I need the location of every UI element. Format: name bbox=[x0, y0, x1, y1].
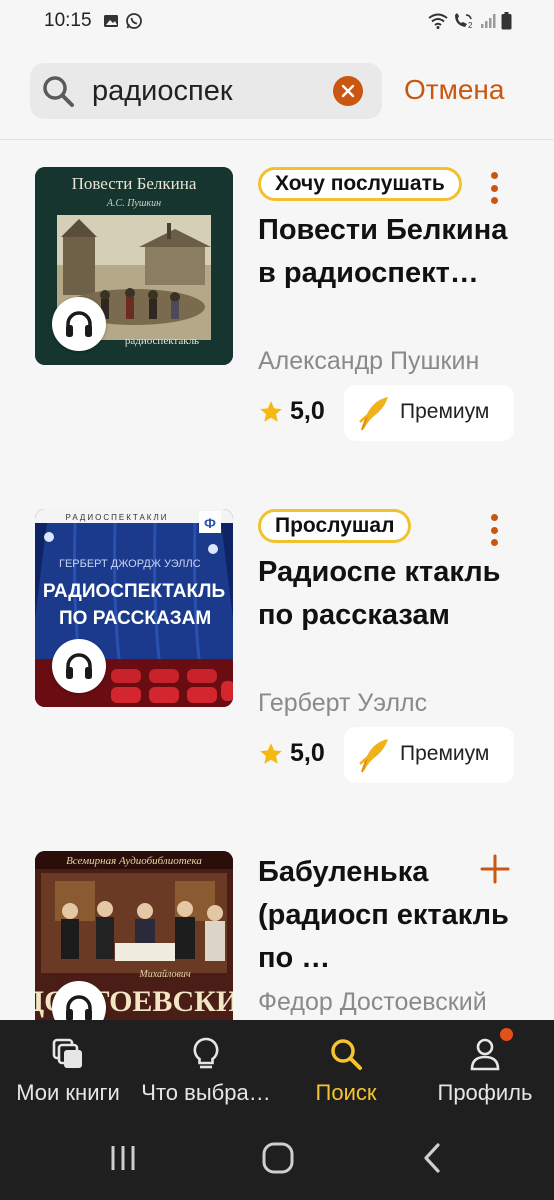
listen-button[interactable] bbox=[52, 639, 106, 693]
cover-title: Повести Белкина bbox=[72, 174, 197, 193]
search-box[interactable] bbox=[30, 63, 382, 119]
book-item[interactable]: Повести Белкина А.С. Пушкин радиоспектак… bbox=[0, 167, 554, 467]
book-author[interactable]: Герберт Уэллс bbox=[258, 689, 427, 718]
search-input[interactable] bbox=[92, 73, 332, 109]
status-time: 10:15 bbox=[44, 10, 92, 31]
star-icon bbox=[260, 742, 282, 764]
recent-apps-icon[interactable] bbox=[105, 1140, 141, 1176]
star-icon bbox=[260, 400, 282, 422]
bottom-nav: Мои книги Что выбра… Поиск Профиль bbox=[0, 1020, 554, 1116]
book-item[interactable]: Всемирная Аудиобиблиотека Михайлович ДОС… bbox=[0, 851, 554, 1020]
listen-button[interactable] bbox=[52, 297, 106, 351]
premium-label: Премиум bbox=[400, 742, 490, 765]
svg-text:2: 2 bbox=[468, 21, 473, 29]
premium-badge: Премиум bbox=[344, 385, 514, 441]
wifi-icon bbox=[428, 13, 448, 29]
lightbulb-icon bbox=[193, 1037, 219, 1069]
gallery-icon bbox=[104, 15, 118, 27]
search-icon bbox=[331, 1039, 362, 1070]
premium-feather-icon bbox=[359, 397, 388, 431]
my-books-icon bbox=[52, 1038, 82, 1068]
book-author[interactable]: Александр Пушкин bbox=[258, 347, 479, 376]
book-cover[interactable]: Повести Белкина А.С. Пушкин радиоспектак… bbox=[35, 167, 233, 365]
premium-feather-icon bbox=[359, 739, 388, 773]
cover-header: Всемирная Аудиобиблиотека bbox=[66, 855, 202, 867]
rating-value: 5,0 bbox=[290, 397, 325, 425]
nav-recommendations[interactable]: Что выбра… bbox=[136, 1020, 276, 1116]
more-options-button[interactable] bbox=[484, 511, 504, 549]
nav-my-books[interactable]: Мои книги bbox=[0, 1020, 136, 1116]
status-badge[interactable]: Хочу послушать bbox=[258, 167, 462, 201]
book-title[interactable]: Бабуленька (радиосп ектакль по … bbox=[258, 851, 528, 980]
whatsapp-icon bbox=[126, 13, 142, 29]
system-nav bbox=[0, 1116, 554, 1200]
signal-icon bbox=[481, 14, 496, 28]
nav-label: Профиль bbox=[437, 1080, 533, 1105]
nav-profile[interactable]: Профиль bbox=[416, 1020, 554, 1116]
notification-dot bbox=[500, 1028, 513, 1041]
rating-value: 5,0 bbox=[290, 739, 325, 767]
search-icon bbox=[43, 76, 74, 107]
status-bar: 10:15 2 bbox=[0, 0, 554, 44]
cover-header: РАДИОСПЕКТАКЛИ bbox=[66, 513, 169, 522]
more-options-button[interactable] bbox=[484, 169, 504, 207]
cancel-button[interactable]: Отмена bbox=[404, 74, 504, 106]
headphones-icon bbox=[66, 311, 92, 337]
wifi-call-icon: 2 bbox=[455, 13, 473, 29]
clear-search-button[interactable] bbox=[333, 76, 363, 106]
book-title[interactable]: Повести Белкина в радиоспект… bbox=[258, 209, 528, 295]
status-badge[interactable]: Прослушал bbox=[258, 509, 412, 543]
home-icon[interactable] bbox=[260, 1140, 296, 1176]
cover-author: А.С. Пушкин bbox=[106, 198, 161, 209]
rating: 5,0 bbox=[258, 397, 325, 426]
book-cover[interactable]: РАДИОСПЕКТАКЛИ Ф ГЕРБЕРТ ДЖОРДЖ УЭЛЛС РА… bbox=[35, 509, 233, 707]
search-header: Отмена bbox=[0, 44, 554, 140]
headphones-icon bbox=[66, 653, 92, 679]
nav-label: Поиск bbox=[315, 1080, 377, 1105]
cover-title-line1: РАДИОСПЕКТАКЛЬ bbox=[43, 581, 225, 602]
headphones-icon bbox=[66, 995, 92, 1020]
cover-author: ГЕРБЕРТ ДЖОРДЖ УЭЛЛС bbox=[59, 558, 201, 570]
cover-author-small: Михайлович bbox=[138, 969, 190, 980]
svg-text:Ф: Ф bbox=[204, 515, 216, 531]
cover-title-line2: ПО РАССКАЗАМ bbox=[59, 608, 211, 629]
nav-label: Мои книги bbox=[16, 1080, 120, 1105]
battery-icon bbox=[501, 12, 512, 30]
premium-label: Премиум bbox=[400, 400, 490, 423]
book-cover[interactable]: Всемирная Аудиобиблиотека Михайлович ДОС… bbox=[35, 851, 233, 1020]
profile-icon bbox=[470, 1038, 500, 1071]
premium-badge: Премиум bbox=[344, 727, 514, 783]
cover-subtitle: радиоспектакль bbox=[125, 335, 199, 347]
rating: 5,0 bbox=[258, 739, 325, 768]
book-item[interactable]: РАДИОСПЕКТАКЛИ Ф ГЕРБЕРТ ДЖОРДЖ УЭЛЛС РА… bbox=[0, 509, 554, 809]
book-title[interactable]: Радиоспе ктакль по рассказам bbox=[258, 551, 528, 637]
close-icon bbox=[341, 84, 355, 98]
nav-search[interactable]: Поиск bbox=[276, 1020, 416, 1116]
back-icon[interactable] bbox=[415, 1140, 451, 1176]
book-author[interactable]: Федор Достоевский bbox=[258, 988, 487, 1017]
nav-label: Что выбра… bbox=[141, 1080, 271, 1105]
